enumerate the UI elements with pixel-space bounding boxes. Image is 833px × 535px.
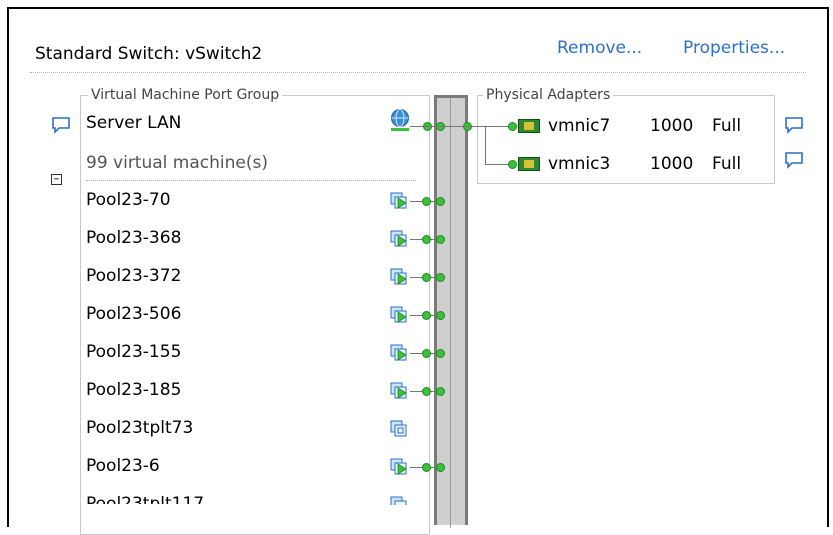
adapter-name[interactable]: vmnic7 [548,116,610,136]
port-dot [436,463,445,472]
port-dot [436,311,445,320]
vm-row-name[interactable]: Pool23tplt73 [86,418,193,438]
adapter-duplex: Full [712,154,742,174]
port-dot [436,197,445,206]
adapter-dot [508,160,517,169]
vm-row-name[interactable]: Pool23-6 [86,456,160,476]
switch-bus [434,95,468,525]
port-dot [436,235,445,244]
port-dot [422,197,431,206]
physical-adapters-legend: Physical Adapters [483,87,614,103]
properties-link[interactable]: Properties... [683,38,785,58]
port-dot [436,273,445,282]
port-dot [436,387,445,396]
vm-row-name[interactable]: Pool23tplt117 [86,494,204,504]
switch-bus-cap [434,95,468,98]
remove-link[interactable]: Remove... [557,38,642,58]
adapter-speed: 1000 [650,154,694,174]
port-group-info-icon[interactable] [51,116,71,134]
adapter-speed: 1000 [650,116,694,136]
port-dot [422,235,431,244]
vm-powered-on-icon [390,268,407,285]
port-group-legend: Virtual Machine Port Group [88,87,283,103]
port-group-name[interactable]: Server LAN [86,113,181,133]
adapter-name[interactable]: vmnic3 [548,154,610,174]
vm-row-name[interactable]: Pool23-155 [86,342,181,362]
vm-powered-on-icon [390,306,407,323]
port-dot [422,311,431,320]
vm-template-icon [390,496,407,505]
vm-powered-on-icon [390,230,407,247]
uplink-line [468,126,513,127]
vm-row-name[interactable]: Pool23-185 [86,380,181,400]
vm-row-name[interactable]: Pool23-506 [86,304,181,324]
vm-count-label: 99 virtual machine(s) [86,153,268,173]
switch-bus-divider [450,98,451,528]
vm-powered-on-icon [390,344,407,361]
header-divider [30,72,806,73]
port-dot [422,273,431,282]
nic-icon [518,119,540,133]
switch-title: Standard Switch: vSwitch2 [35,44,263,64]
vm-template-icon [390,420,407,437]
vm-row-name[interactable]: Pool23-372 [86,266,181,286]
adapter-dot [508,122,517,131]
port-dot [422,387,431,396]
vm-row-name[interactable]: Pool23-70 [86,190,171,210]
vm-row-name[interactable]: Pool23-368 [86,228,181,248]
vm-powered-on-icon [390,192,407,209]
adapter-info-icon[interactable] [784,151,804,169]
uplink-branch [485,126,486,164]
port-group-connector [410,126,468,127]
vm-powered-on-icon [390,382,407,399]
port-dot [422,349,431,358]
adapter-info-icon[interactable] [784,116,804,134]
vm-count-divider [86,180,416,181]
nic-icon [518,157,540,171]
collapse-toggle[interactable]: − [51,174,62,185]
adapter-duplex: Full [712,116,742,136]
port-dot [436,349,445,358]
port-dot [422,463,431,472]
vm-powered-on-icon [390,458,407,475]
network-globe-icon [391,109,409,131]
